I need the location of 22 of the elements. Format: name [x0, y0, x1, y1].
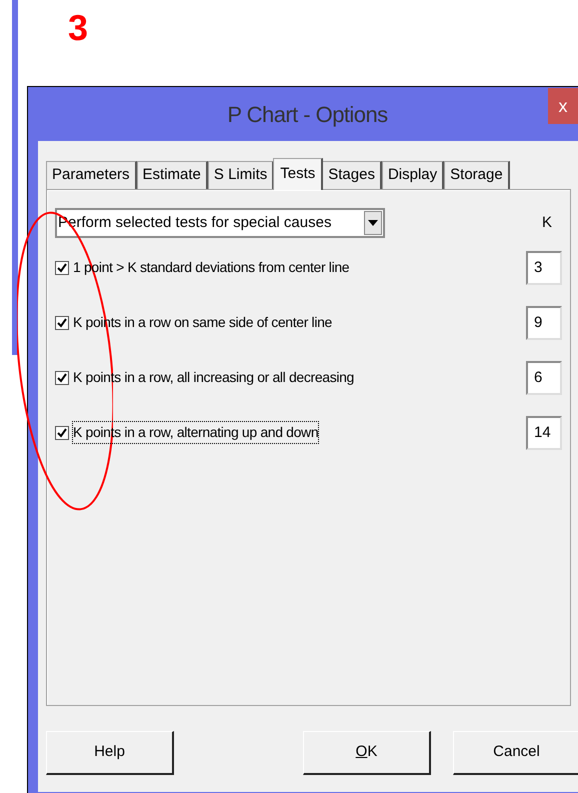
tab[interactable]: Stages — [322, 161, 382, 189]
checkbox[interactable] — [55, 316, 69, 330]
k-value-field[interactable]: 6 — [526, 360, 562, 394]
checkbox[interactable] — [55, 260, 69, 274]
k-value-field[interactable]: 9 — [526, 306, 562, 340]
tab[interactable]: Parameters — [46, 161, 137, 189]
k-value-field[interactable]: 3 — [526, 250, 562, 284]
tab[interactable]: S Limits — [208, 161, 274, 189]
tab[interactable]: Storage — [444, 161, 510, 189]
tab[interactable]: Tests — [273, 158, 324, 190]
window-title: P Chart - Options — [227, 100, 388, 129]
slide-number: 3 — [68, 10, 88, 46]
tab[interactable]: Estimate — [136, 161, 208, 189]
k-value-field[interactable]: 14 — [526, 416, 562, 450]
close-button[interactable]: x — [548, 88, 578, 124]
checkbox[interactable] — [55, 370, 69, 384]
tab[interactable]: Display — [382, 161, 444, 189]
dialog-button[interactable]: Help — [46, 731, 174, 775]
k-column-header: K — [542, 212, 552, 233]
dialog-button[interactable]: OK — [303, 731, 431, 775]
dialog-button[interactable]: Cancel — [453, 731, 578, 775]
checkbox[interactable] — [55, 426, 69, 440]
